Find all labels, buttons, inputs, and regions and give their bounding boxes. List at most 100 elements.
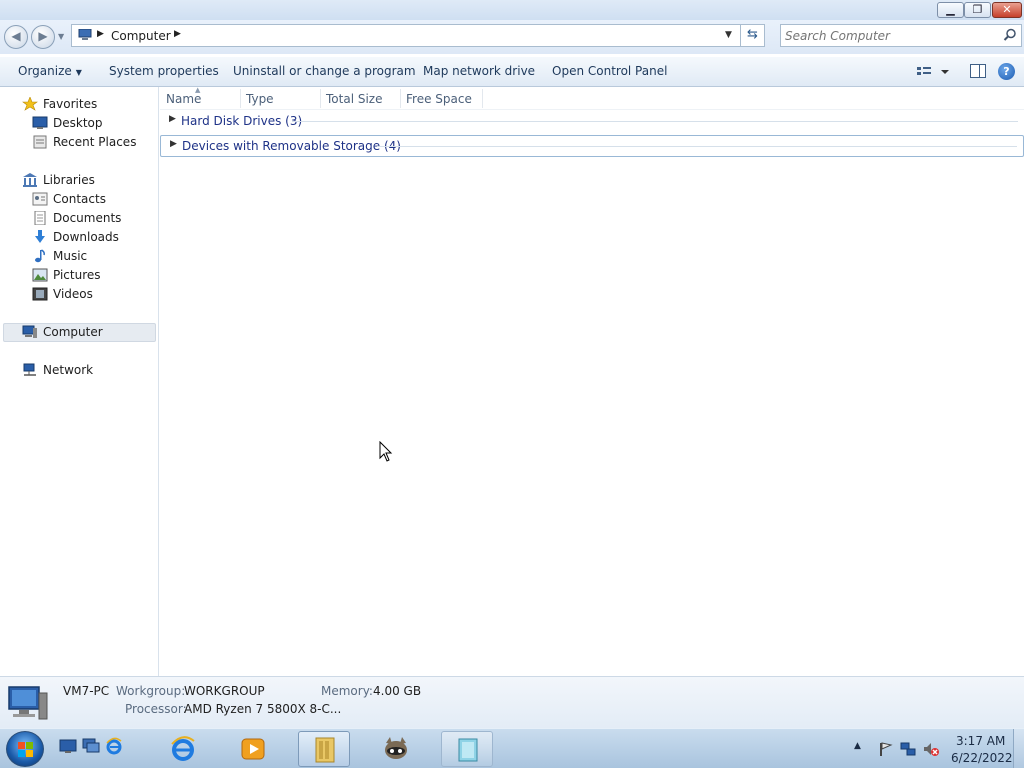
videos-icon [32,287,48,301]
nav-pictures-label: Pictures [53,268,101,282]
start-button[interactable] [6,731,44,767]
details-pane: VM7-PC Workgroup: WORKGROUP Memory: 4.00… [0,676,1024,728]
forward-arrow-icon: ▶ [38,29,48,43]
group-divider [292,121,1018,122]
title-bar: ▁ ❐ ✕ [0,0,1024,20]
back-button[interactable]: ◀ [4,25,28,49]
downloads-icon [35,230,45,243]
preview-pane-button[interactable] [970,64,986,78]
chevron-down-icon: ▼ [75,68,82,77]
column-divider[interactable] [400,89,401,108]
desktop-icon [32,116,48,129]
action-center-flag-icon[interactable] [877,741,893,757]
libraries-icon [23,173,37,187]
clock-date[interactable]: 6/22/2022 [951,751,1013,765]
computer-icon [22,325,37,338]
column-headers: ▲ Name Type Total Size Free Space [160,86,1024,110]
show-hidden-icons-button[interactable]: ▲ [854,741,870,757]
internet-explorer-quicklaunch-icon[interactable] [105,737,123,755]
music-icon [35,249,45,263]
taskbar-notepad[interactable] [441,731,493,767]
network-icon [23,363,36,376]
open-control-panel-button[interactable]: Open Control Panel [552,64,667,78]
expand-arrow-icon[interactable]: ▶ [170,139,177,149]
network-tray-icon[interactable] [900,741,916,757]
taskbar-windows-explorer[interactable] [298,731,350,767]
breadcrumb-separator-icon[interactable]: ▶ [97,29,104,39]
navigation-pane: Favorites Desktop Recent Places Librarie… [0,87,159,676]
breadcrumb-computer[interactable]: Computer [111,29,171,43]
recent-pages-dropdown-icon[interactable]: ▼ [58,32,64,41]
volume-muted-icon[interactable] [923,741,939,757]
system-properties-button[interactable]: System properties [109,64,219,78]
contacts-icon [32,192,48,206]
expand-arrow-icon[interactable]: ▶ [169,114,176,124]
nav-contacts-label: Contacts [53,192,106,206]
memory-label: Memory: [321,684,373,698]
column-divider[interactable] [240,89,241,108]
windows-logo-icon [18,742,33,757]
forward-button[interactable]: ▶ [31,25,55,49]
column-divider[interactable] [482,89,483,108]
star-icon [22,97,38,111]
clock-time[interactable]: 3:17 AM [956,734,1005,748]
recent-places-icon [33,135,47,149]
switch-windows-icon[interactable] [82,737,100,755]
notepad-icon [458,738,478,762]
column-divider[interactable] [320,89,321,108]
group-hard-disk-drives[interactable]: ▶ Hard Disk Drives (3) [160,110,1024,132]
organize-button[interactable]: Organize ▼ [18,64,82,78]
minimize-icon: ▁ [946,3,955,16]
nav-computer-label: Computer [43,325,103,339]
workgroup-label: Workgroup: [116,684,186,698]
close-icon: ✕ [1002,3,1012,16]
raccoon-icon [385,737,407,759]
memory-value: 4.00 GB [373,684,422,698]
media-player-icon [241,738,265,760]
map-network-drive-button[interactable]: Map network drive [423,64,535,78]
column-name[interactable]: Name [166,92,201,106]
search-icon [1003,28,1016,41]
address-bar[interactable]: ▶ Computer ▶ ▼ [71,24,765,47]
column-type[interactable]: Type [246,92,274,106]
nav-recent-places-label: Recent Places [53,135,137,149]
address-dropdown-icon[interactable]: ▼ [725,30,732,40]
close-button[interactable]: ✕ [992,2,1022,18]
group-label: Hard Disk Drives (3) [181,114,303,128]
minimize-button[interactable]: ▁ [937,2,964,18]
file-list[interactable]: ▲ Name Type Total Size Free Space ▶ Hard… [160,86,1024,676]
help-button[interactable]: ? [998,63,1015,80]
nav-favorites-label: Favorites [43,97,98,111]
taskbar-internet-explorer[interactable] [157,731,209,767]
taskbar-raccoon-app[interactable] [370,731,422,767]
nav-videos-label: Videos [53,287,93,301]
nav-network-label: Network [43,363,94,377]
computer-icon [8,686,48,720]
column-total-size[interactable]: Total Size [326,92,382,106]
show-desktop-button[interactable] [1013,729,1024,768]
folder-icon [315,737,335,763]
column-free-space[interactable]: Free Space [406,92,472,106]
restore-icon: ❐ [972,3,983,16]
search-input[interactable] [785,27,997,44]
workgroup-value: WORKGROUP [184,684,265,698]
organize-label: Organize [18,64,72,78]
nav-downloads-label: Downloads [53,230,119,244]
processor-value: AMD Ryzen 7 5800X 8-C... [184,702,342,716]
processor-label: Processor: [125,702,187,716]
nav-music-label: Music [53,249,88,263]
breadcrumb-expand-icon[interactable]: ▶ [174,29,181,39]
uninstall-program-button[interactable]: Uninstall or change a program [233,64,416,78]
show-desktop-quicklaunch-icon[interactable] [59,737,77,755]
refresh-button[interactable]: ⇆ [740,24,765,47]
command-bar: Organize ▼ System properties Uninstall or… [0,56,1024,87]
refresh-icon: ⇆ [747,27,758,42]
back-arrow-icon: ◀ [11,29,21,43]
change-view-button[interactable] [914,64,954,80]
taskbar-media-player[interactable] [227,731,279,767]
pictures-icon [32,268,48,282]
restore-button[interactable]: ❐ [964,2,991,18]
search-box[interactable] [780,24,1022,47]
computer-icon [78,29,92,40]
group-removable-storage[interactable]: ▶ Devices with Removable Storage (4) [160,135,1024,157]
